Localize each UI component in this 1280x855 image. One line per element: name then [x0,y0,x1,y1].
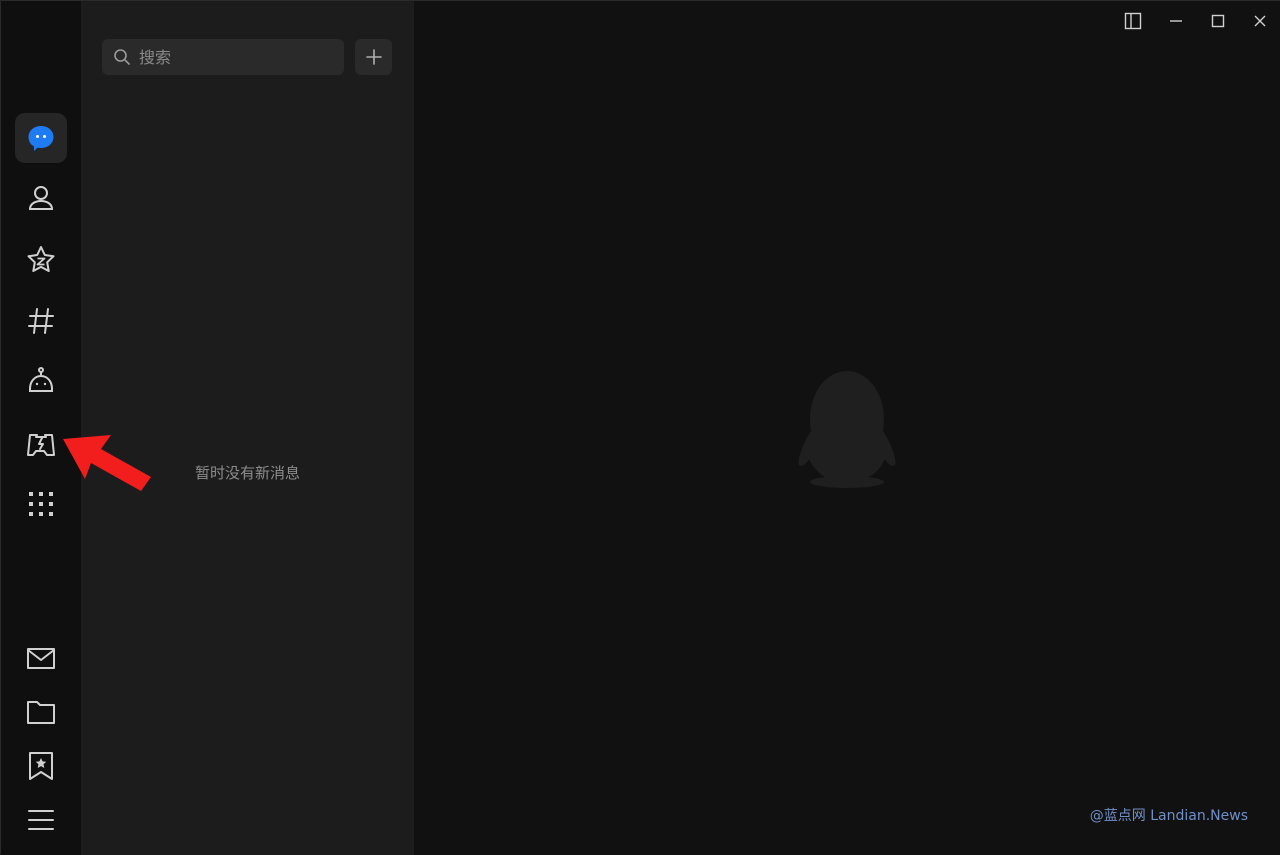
qq-penguin-icon [798,371,896,488]
nav-item-qzone[interactable] [15,235,67,285]
chat-bubble-icon [28,126,54,151]
contacts-icon [28,186,54,210]
close-icon [1254,15,1266,27]
menu-icon [28,810,54,830]
close-button[interactable] [1246,7,1274,35]
conversation-list-panel: 暂时没有新消息 [81,1,414,855]
nav-rail [1,1,81,855]
app-window: 暂时没有新消息 @蓝点网 Landian.News [0,0,1280,855]
search-box[interactable] [102,39,344,75]
maximize-icon [1211,14,1225,28]
nav-item-channels[interactable] [15,296,67,346]
folder-icon [27,701,55,724]
apps-grid-icon [29,492,53,516]
minimize-icon [1170,20,1182,22]
nav-item-robot[interactable] [15,356,67,406]
sidebar-layout-icon [1124,12,1142,30]
nav-item-menu[interactable] [15,795,67,845]
minimize-button[interactable] [1162,7,1190,35]
toggle-sidebar-button[interactable] [1119,7,1147,35]
mail-icon [27,648,55,669]
qzone-star-icon [27,246,55,272]
favorites-bookmark-icon [29,752,53,780]
chat-area: @蓝点网 Landian.News [414,1,1280,855]
robot-icon [29,367,53,392]
search-input[interactable] [137,46,341,68]
nav-item-contacts[interactable] [15,173,67,223]
maximize-button[interactable] [1204,7,1232,35]
channels-hash-icon [28,308,54,334]
nav-item-files[interactable] [15,687,67,737]
nav-item-messages[interactable] [15,113,67,163]
plus-icon [365,49,382,65]
search-icon [114,49,130,65]
annotation-arrow-icon [63,435,151,491]
watermark: @蓝点网 Landian.News [1089,808,1248,824]
add-button[interactable] [355,39,392,75]
nav-item-mail[interactable] [15,633,67,683]
game-lightning-icon [27,434,55,456]
nav-item-favorites[interactable] [15,741,67,791]
